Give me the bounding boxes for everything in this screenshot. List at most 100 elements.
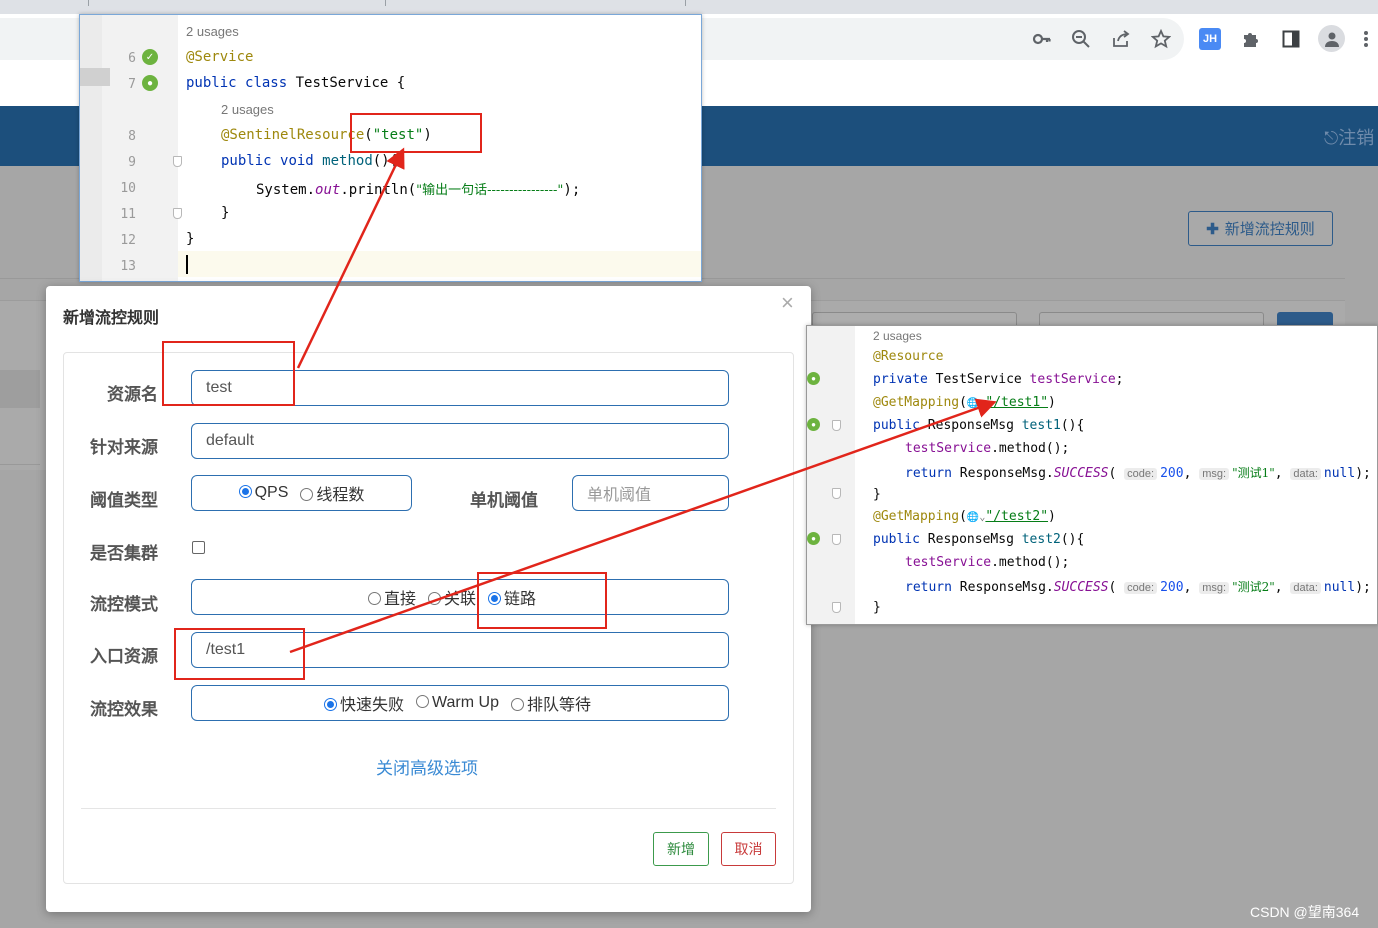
highlight-box-chain-mode (477, 572, 607, 629)
radio-queue[interactable]: 排队等待 (510, 691, 591, 715)
code-token: ); (563, 182, 581, 198)
fold-icon[interactable] (173, 208, 182, 219)
radio-checked-icon (324, 698, 337, 711)
paren: ) (1048, 395, 1056, 410)
toggle-advanced-link[interactable]: 关闭高级选项 (376, 754, 478, 779)
param-hint: data: (1290, 582, 1321, 594)
browser-tab-strip (0, 0, 1378, 14)
fold-icon[interactable] (832, 420, 841, 431)
line-number: 12 (120, 233, 136, 248)
puzzle-icon[interactable] (1236, 24, 1266, 54)
globe-icon[interactable]: 🌐⌄ (967, 512, 985, 523)
logout-link[interactable]: ⎋注销 (1324, 124, 1374, 150)
fold-icon[interactable] (832, 534, 841, 545)
radio-threads[interactable]: 线程数 (300, 481, 364, 505)
cancel-button[interactable]: 取消 (721, 832, 776, 866)
key-icon[interactable] (1027, 24, 1057, 54)
line-number: 8 (128, 129, 136, 144)
number-literal: 200 (1160, 580, 1184, 595)
radio-label: QPS (254, 484, 289, 501)
paren: ( (959, 395, 967, 410)
mapping-path[interactable]: "/test1" (985, 395, 1048, 410)
radio-warm-up[interactable]: Warm Up (416, 694, 499, 712)
param-hint: msg: (1199, 468, 1230, 480)
code-token: ResponseMsg. (959, 580, 1054, 595)
code-token: ; (1115, 372, 1124, 387)
share-icon[interactable] (1106, 24, 1136, 54)
radio-direct[interactable]: 直接 (368, 585, 416, 609)
param-hint: code: (1124, 582, 1158, 594)
radio-label: 线程数 (316, 487, 365, 504)
more-icon[interactable] (1356, 24, 1376, 54)
radio-related[interactable]: 关联 (428, 585, 476, 609)
mode-label: 流控模式 (90, 595, 158, 614)
radio-fast-fail[interactable]: 快速失败 (324, 691, 404, 715)
close-icon[interactable]: × (781, 290, 794, 316)
add-flow-rule-button[interactable]: ✚ 新增流控规则 (1188, 211, 1333, 246)
code-token: ResponseMsg. (959, 466, 1054, 481)
spring-inject-icon[interactable]: ● (807, 372, 820, 385)
param-hint: data: (1290, 468, 1321, 480)
save-button[interactable]: 新增 (653, 832, 709, 866)
cluster-checkbox[interactable] (192, 541, 205, 554)
paren: ) (1048, 509, 1056, 524)
add-flow-rule-dialog: 新增流控规则 × 资源名 test 针对来源 default 阈值类型 QPS … (46, 286, 811, 912)
single-threshold-input[interactable]: 单机阈值 (572, 475, 729, 511)
profile-icon[interactable] (1318, 25, 1345, 52)
code-token: , (1274, 580, 1283, 595)
usages-hint[interactable]: 2 usages (186, 24, 239, 39)
radio-label: Warm Up (432, 694, 499, 711)
origin-input[interactable]: default (191, 423, 729, 459)
keyword: class (245, 75, 288, 91)
add-flow-rule-label: 新增流控规则 (1224, 221, 1315, 238)
code-token: , (1274, 466, 1283, 481)
line-number: 10 (120, 181, 136, 196)
mapping-path[interactable]: "/test2" (985, 509, 1048, 524)
usages-hint[interactable]: 2 usages (221, 102, 274, 117)
spring-endpoint-icon[interactable]: ● (807, 418, 820, 431)
caret-line (178, 251, 701, 277)
string-literal: "测试2" (1232, 580, 1275, 594)
string-literal: "测试1" (1232, 466, 1275, 480)
radio-label: 快速失败 (340, 697, 405, 714)
spring-endpoint-icon[interactable]: ● (807, 532, 820, 545)
origin-value: default (206, 432, 255, 449)
method-name: test2 (1021, 532, 1061, 547)
radio-qps[interactable]: QPS (238, 484, 289, 502)
radio-label: 直接 (384, 591, 417, 608)
brace: } (873, 487, 881, 502)
logout-icon: ⎋ (1324, 128, 1339, 148)
globe-icon[interactable]: 🌐⌄ (967, 398, 985, 409)
star-icon[interactable] (1146, 24, 1176, 54)
spring-bean-icon[interactable]: ● (142, 75, 158, 91)
effect-group: 快速失败 Warm Up 排队等待 (191, 685, 729, 721)
number-literal: 200 (1160, 466, 1184, 481)
sidepanel-icon[interactable] (1276, 24, 1306, 54)
sentinel-annotation: @SentinelResource (221, 127, 365, 143)
field-name: testService (905, 441, 992, 456)
param-hint: code: (1124, 468, 1158, 480)
plus-icon: ✚ (1206, 220, 1219, 238)
fold-icon[interactable] (173, 156, 182, 167)
zoom-icon[interactable] (1066, 24, 1096, 54)
line-number: 9 (128, 155, 136, 170)
highlight-box-sentinel-resource (350, 113, 482, 153)
fold-icon[interactable] (832, 602, 841, 613)
service-annotation: @Service (186, 49, 254, 65)
line-number: 7 (128, 77, 136, 92)
code-token: ResponseMsg (927, 532, 1014, 547)
highlight-box-entry-resource (174, 628, 305, 680)
method-name: test1 (1021, 418, 1061, 433)
line-number: 13 (120, 259, 136, 274)
paren: ( (1108, 466, 1117, 481)
cluster-label: 是否集群 (90, 544, 158, 563)
spring-bean-icon[interactable]: ✓ (142, 49, 158, 65)
code-token: ResponseMsg (927, 418, 1014, 433)
resource-label: 资源名 (107, 385, 158, 404)
keyword: public (873, 418, 920, 433)
usages-hint[interactable]: 2 usages (873, 329, 922, 343)
field-name: testService (905, 555, 992, 570)
code-token: .println( (340, 182, 417, 198)
fold-icon[interactable] (832, 488, 841, 499)
jh-extension-icon[interactable]: JH (1199, 28, 1221, 50)
